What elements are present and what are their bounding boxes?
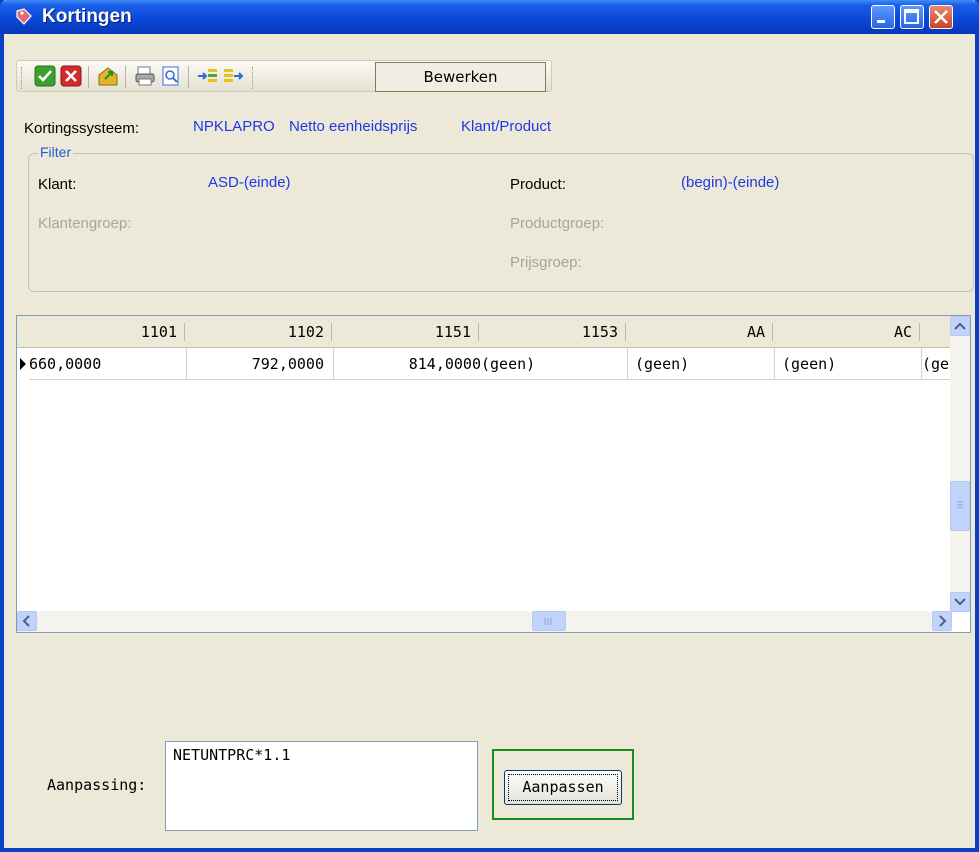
cancel-icon[interactable] — [60, 65, 82, 87]
grid-cell[interactable]: (geen) — [628, 348, 775, 380]
customer-label: Klant: — [38, 176, 77, 193]
grid-cell[interactable]: 792,0000 — [187, 348, 334, 380]
product-range[interactable]: (begin)-(einde) — [681, 174, 779, 191]
chevron-right-icon — [939, 615, 947, 627]
column-header[interactable]: 1101 — [17, 316, 187, 348]
price-group-label: Prijsgroep: — [510, 254, 582, 271]
chevron-left-icon — [22, 615, 30, 627]
kortingen-window: Kortingen Bewerken Kortingssysteem: NPKL… — [0, 0, 979, 852]
adjustment-label: Aanpassing: — [47, 776, 147, 794]
discount-system-description: Netto eenheidsprijs — [289, 118, 418, 135]
vertical-scroll-thumb[interactable] — [950, 481, 970, 531]
customer-group-label: Klantengroep: — [38, 215, 132, 232]
title-bar[interactable]: Kortingen — [0, 0, 979, 34]
maximize-icon — [904, 9, 919, 24]
current-row-indicator-icon — [20, 358, 26, 370]
horizontal-scroll-thumb[interactable] — [532, 611, 566, 631]
discount-system-code: NPKLAPRO — [193, 118, 275, 135]
window-title: Kortingen — [42, 6, 132, 27]
import-rows-icon[interactable] — [197, 65, 219, 87]
discount-grid[interactable]: 1101 1102 1151 1153 AA AC 660,0000 792,0… — [16, 315, 971, 633]
discount-tag-icon — [16, 8, 32, 25]
horizontal-scrollbar[interactable] — [17, 611, 952, 632]
column-header[interactable]: AA — [628, 316, 775, 348]
product-label: Product: — [510, 176, 566, 193]
grid-cell[interactable]: 814,0000 — [334, 348, 481, 380]
scroll-down-button[interactable] — [950, 592, 970, 612]
column-header[interactable]: AC — [775, 316, 922, 348]
chevron-up-icon — [954, 322, 966, 330]
maximize-button[interactable] — [900, 5, 924, 29]
print-icon[interactable] — [134, 65, 156, 87]
scroll-left-button[interactable] — [17, 611, 37, 631]
adjust-button[interactable]: Aanpassen — [504, 770, 622, 805]
export-icon[interactable] — [97, 65, 119, 87]
edit-button[interactable]: Bewerken — [375, 62, 546, 92]
scroll-right-button[interactable] — [932, 611, 952, 631]
grid-cell[interactable]: (geen — [922, 348, 952, 380]
grid-cell[interactable]: 660,0000 — [29, 348, 187, 380]
discount-system-label: Kortingssysteem: — [24, 120, 140, 137]
close-icon — [934, 10, 948, 24]
discount-system-scope: Klant/Product — [461, 118, 552, 135]
adjustment-input[interactable]: NETUNTPRC*1.1 — [165, 741, 478, 831]
vertical-scrollbar[interactable] — [950, 316, 970, 612]
grid-cell[interactable]: (geen) — [481, 348, 628, 380]
close-button[interactable] — [929, 5, 953, 29]
grip-lines-icon — [957, 501, 963, 509]
export-rows-icon[interactable] — [222, 65, 244, 87]
grip-lines-icon — [544, 618, 552, 625]
confirm-icon[interactable] — [34, 65, 56, 87]
print-preview-icon[interactable] — [160, 65, 182, 87]
minimize-button[interactable] — [871, 5, 895, 29]
scroll-up-button[interactable] — [950, 316, 970, 336]
filter-legend: Filter — [38, 144, 74, 160]
minimize-icon — [877, 20, 885, 23]
customer-range[interactable]: ASD-(einde) — [208, 174, 291, 191]
grid-cell[interactable]: (geen) — [775, 348, 922, 380]
toolbar-grip[interactable] — [21, 67, 25, 89]
chevron-down-icon — [954, 598, 966, 606]
filter-group — [28, 153, 974, 292]
column-header[interactable]: 1151 — [334, 316, 481, 348]
column-header[interactable]: 1102 — [187, 316, 334, 348]
product-group-label: Productgroep: — [510, 215, 605, 232]
column-header[interactable]: 1153 — [481, 316, 628, 348]
